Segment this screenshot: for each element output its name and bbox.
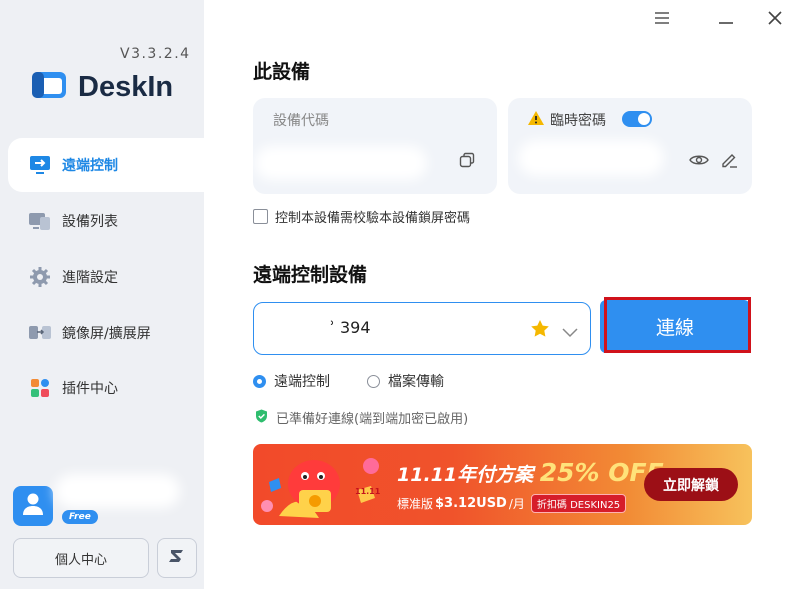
sidebar-item-label: 進階設定: [62, 270, 118, 286]
monitor-arrow-icon: [28, 153, 52, 177]
unlock-now-button[interactable]: 立即解鎖: [644, 468, 738, 501]
eye-icon[interactable]: [689, 152, 709, 171]
promo-per-month: /月: [508, 497, 525, 511]
warning-icon: [527, 110, 545, 130]
sidebar-item-advanced-settings[interactable]: 進階設定: [8, 250, 204, 304]
connection-status: 已準備好連線(端到端加密已啟用): [253, 408, 468, 427]
copy-icon[interactable]: [459, 152, 475, 172]
plugin-grid-icon: [28, 376, 52, 400]
shield-check-icon: [255, 409, 268, 427]
remote-device-title: 遠端控制設備: [253, 264, 368, 286]
promo-plan-label: 標准版: [397, 497, 434, 511]
z-logo-icon: [167, 548, 187, 568]
promo-mascot-tag: 11.11: [355, 487, 381, 496]
gear-icon: [28, 265, 52, 289]
edit-pencil-icon[interactable]: [720, 151, 738, 173]
temp-password-card: 臨時密碼: [508, 98, 752, 194]
redacted-username: [55, 474, 180, 508]
sidebar-item-label: 鏡像屏/擴展屏: [62, 326, 151, 342]
app-logo: DeskIn: [30, 68, 173, 106]
sidebar-item-device-list[interactable]: 設備列表: [8, 194, 204, 248]
minimize-button[interactable]: [711, 6, 741, 32]
sidebar: V3.3.2.4 DeskIn 遠端控制 設備列表 進階設定 鏡像屏/擴展屏 插…: [0, 0, 204, 589]
promo-banner[interactable]: 11.11 11.11年付方案 25% OFF 標准版 $3.12USD /月 …: [253, 444, 752, 525]
app-name: DeskIn: [78, 70, 174, 103]
star-icon[interactable]: [530, 319, 550, 342]
user-center-button[interactable]: 個人中心: [13, 538, 149, 578]
devices-icon: [28, 209, 52, 233]
promo-headline-text: 11.11年付方案: [397, 464, 534, 486]
deskin-logo-icon: [30, 68, 70, 106]
sidebar-item-label: 插件中心: [62, 381, 118, 397]
chevron-down-icon[interactable]: [562, 323, 578, 342]
plan-badge: Free: [62, 510, 98, 524]
sidebar-item-remote-control[interactable]: 遠端控制: [8, 138, 204, 192]
promo-subline: 標准版 $3.12USD /月 折扣碼 DESKIN25: [397, 494, 627, 513]
device-code-input-value: ʾ 394: [330, 318, 371, 337]
hamburger-icon: [654, 10, 670, 29]
remote-control-radio-label: 遠端控制: [274, 374, 330, 390]
menu-button[interactable]: [647, 6, 677, 32]
lock-screen-verify-label: 控制本設備需校驗本設備鎖屏密碼: [275, 211, 471, 226]
device-code-input[interactable]: ʾ 394: [253, 302, 591, 355]
version-label: V3.3.2.4: [120, 46, 191, 62]
lock-screen-verify-checkbox[interactable]: [253, 209, 268, 224]
redacted-temp-password: [518, 140, 664, 176]
temp-password-label: 臨時密碼: [550, 113, 606, 129]
this-device-title: 此設備: [253, 61, 311, 83]
promo-code-chip: 折扣碼 DESKIN25: [530, 494, 627, 513]
user-icon: [22, 492, 44, 520]
mode-remote-control[interactable]: 遠端控制: [253, 371, 330, 391]
sidebar-item-plugin-center[interactable]: 插件中心: [8, 361, 204, 415]
close-icon: [768, 10, 782, 29]
device-code-label: 設備代碼: [273, 113, 329, 129]
avatar[interactable]: [13, 486, 53, 526]
close-button[interactable]: [760, 6, 790, 32]
connection-status-text: 已準備好連線(端到端加密已啟用): [276, 412, 469, 427]
file-transfer-radio[interactable]: [367, 374, 380, 388]
mode-file-transfer[interactable]: 檔案傳輸: [367, 371, 444, 391]
mirror-screen-icon: [28, 321, 52, 345]
lock-screen-verify-row[interactable]: 控制本設備需校驗本設備鎖屏密碼: [253, 207, 470, 226]
sidebar-item-mirror-extend[interactable]: 鏡像屏/擴展屏: [8, 306, 204, 360]
minimize-icon: [718, 10, 734, 29]
temp-password-toggle[interactable]: [622, 111, 652, 127]
mascot-illustration-icon: [259, 446, 389, 525]
sidebar-item-label: 遠端控制: [62, 158, 118, 174]
redacted-device-code: [255, 146, 427, 180]
device-code-card: 設備代碼: [253, 98, 497, 194]
remote-control-radio[interactable]: [253, 374, 266, 388]
switch-account-button[interactable]: [157, 538, 197, 578]
promo-headline: 11.11年付方案 25% OFF: [397, 458, 664, 487]
file-transfer-radio-label: 檔案傳輸: [388, 374, 444, 390]
connect-highlight-outline: [604, 297, 751, 353]
sidebar-item-label: 設備列表: [62, 214, 118, 230]
promo-price: $3.12USD: [435, 496, 507, 511]
